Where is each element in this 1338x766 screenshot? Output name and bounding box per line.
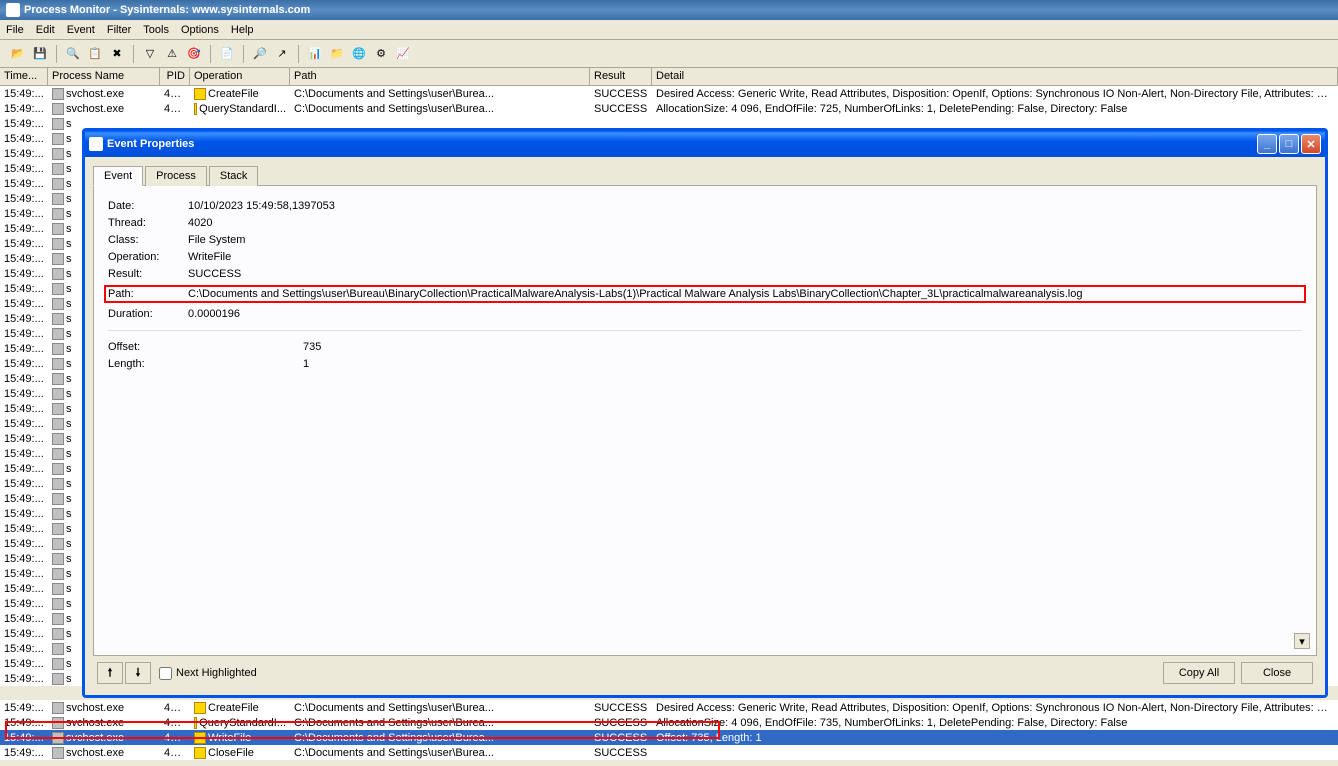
- main-window-title-bar: Process Monitor - Sysinternals: www.sysi…: [0, 0, 1338, 20]
- label-length: Length:: [108, 358, 303, 370]
- separator: [56, 45, 57, 63]
- tab-event[interactable]: Event: [93, 166, 143, 186]
- label-class: Class:: [108, 234, 188, 246]
- toolbar: 📂 💾 🔍 📋 ✖ ▽ ⚠ 🎯 📄 🔎 ↗ 📊 📁 🌐 ⚙ 📈: [0, 40, 1338, 68]
- profiling-icon[interactable]: 📈: [393, 44, 413, 64]
- header-pid[interactable]: PID: [160, 68, 190, 85]
- file-icon[interactable]: 📁: [327, 44, 347, 64]
- app-icon: [6, 3, 20, 17]
- separator: [243, 45, 244, 63]
- network-icon[interactable]: 🌐: [349, 44, 369, 64]
- include-icon[interactable]: 🎯: [184, 44, 204, 64]
- value-duration: 0.0000196: [188, 308, 1302, 320]
- header-detail[interactable]: Detail: [652, 68, 1338, 85]
- menu-tools[interactable]: Tools: [143, 24, 169, 36]
- event-row[interactable]: 15:49:...svchost.exe4016WriteFileC:\Docu…: [0, 730, 1338, 745]
- scroll-indicator-icon[interactable]: ▾: [1294, 633, 1310, 649]
- next-highlighted-input[interactable]: [159, 667, 172, 680]
- minimize-button[interactable]: _: [1257, 134, 1277, 154]
- tab-content: Date:10/10/2023 15:49:58,1397053 Thread:…: [93, 186, 1317, 656]
- highlight-icon[interactable]: ⚠: [162, 44, 182, 64]
- label-operation: Operation:: [108, 251, 188, 263]
- menu-help[interactable]: Help: [231, 24, 254, 36]
- separator: [298, 45, 299, 63]
- value-thread: 4020: [188, 217, 1302, 229]
- open-icon[interactable]: 📂: [8, 44, 28, 64]
- menu-event[interactable]: Event: [67, 24, 95, 36]
- jump-icon[interactable]: ↗: [272, 44, 292, 64]
- next-highlighted-checkbox[interactable]: Next Highlighted: [159, 667, 257, 680]
- label-result: Result:: [108, 268, 188, 280]
- header-process[interactable]: Process Name: [48, 68, 160, 85]
- dialog-footer: 🠕 🠗 Next Highlighted Copy All Close: [93, 656, 1317, 690]
- dialog-title-text: Event Properties: [107, 138, 194, 150]
- separator: [210, 45, 211, 63]
- next-event-button[interactable]: 🠗: [125, 662, 151, 684]
- menu-edit[interactable]: Edit: [36, 24, 55, 36]
- tab-stack[interactable]: Stack: [209, 166, 259, 186]
- prev-event-button[interactable]: 🠕: [97, 662, 123, 684]
- value-path: C:\Documents and Settings\user\Bureau\Bi…: [188, 288, 1302, 300]
- save-icon[interactable]: 💾: [30, 44, 50, 64]
- label-path: Path:: [108, 288, 188, 300]
- close-button[interactable]: ✕: [1301, 134, 1321, 154]
- tabs: Event Process Stack: [93, 165, 1317, 186]
- maximize-button[interactable]: □: [1279, 134, 1299, 154]
- separator: [108, 330, 1302, 331]
- event-row[interactable]: 15:49:...svchost.exe4016CreateFileC:\Doc…: [0, 86, 1338, 101]
- header-operation[interactable]: Operation: [190, 68, 290, 85]
- process-icon[interactable]: ⚙: [371, 44, 391, 64]
- value-operation: WriteFile: [188, 251, 1302, 263]
- label-offset: Offset:: [108, 341, 303, 353]
- value-offset: 735: [303, 341, 1302, 353]
- tab-process[interactable]: Process: [145, 166, 207, 186]
- event-row[interactable]: 15:49:...svchost.exe4016CloseFileC:\Docu…: [0, 745, 1338, 760]
- label-thread: Thread:: [108, 217, 188, 229]
- event-list-bottom[interactable]: 15:49:...svchost.exe4016CreateFileC:\Doc…: [0, 700, 1338, 760]
- menu-options[interactable]: Options: [181, 24, 219, 36]
- event-properties-dialog: Event Properties _ □ ✕ Event Process Sta…: [82, 128, 1328, 698]
- autoscroll-icon[interactable]: 📋: [85, 44, 105, 64]
- event-row[interactable]: 15:49:...svchost.exe4016QueryStandardI..…: [0, 101, 1338, 116]
- label-date: Date:: [108, 200, 188, 212]
- registry-icon[interactable]: 📊: [305, 44, 325, 64]
- filter-icon[interactable]: ▽: [140, 44, 160, 64]
- next-highlighted-label: Next Highlighted: [176, 667, 257, 679]
- value-length: 1: [303, 358, 1302, 370]
- column-headers: Time... Process Name PID Operation Path …: [0, 68, 1338, 86]
- event-row[interactable]: 15:49:...svchost.exe4016CreateFileC:\Doc…: [0, 700, 1338, 715]
- menu-bar: File Edit Event Filter Tools Options Hel…: [0, 20, 1338, 40]
- close-dialog-button[interactable]: Close: [1241, 662, 1313, 684]
- header-result[interactable]: Result: [590, 68, 652, 85]
- event-row[interactable]: 15:49:...svchost.exe4016QueryStandardI..…: [0, 715, 1338, 730]
- dialog-icon: [89, 137, 103, 151]
- menu-filter[interactable]: Filter: [107, 24, 131, 36]
- value-class: File System: [188, 234, 1302, 246]
- header-path[interactable]: Path: [290, 68, 590, 85]
- dialog-title-bar[interactable]: Event Properties _ □ ✕: [85, 131, 1325, 157]
- process-tree-icon[interactable]: 📄: [217, 44, 237, 64]
- header-time[interactable]: Time...: [0, 68, 48, 85]
- separator: [133, 45, 134, 63]
- clear-icon[interactable]: ✖: [107, 44, 127, 64]
- main-title-text: Process Monitor - Sysinternals: www.sysi…: [24, 4, 310, 16]
- find-icon[interactable]: 🔎: [250, 44, 270, 64]
- capture-icon[interactable]: 🔍: [63, 44, 83, 64]
- label-duration: Duration:: [108, 308, 188, 320]
- value-date: 10/10/2023 15:49:58,1397053: [188, 200, 1302, 212]
- copy-all-button[interactable]: Copy All: [1163, 662, 1235, 684]
- menu-file[interactable]: File: [6, 24, 24, 36]
- value-result: SUCCESS: [188, 268, 1302, 280]
